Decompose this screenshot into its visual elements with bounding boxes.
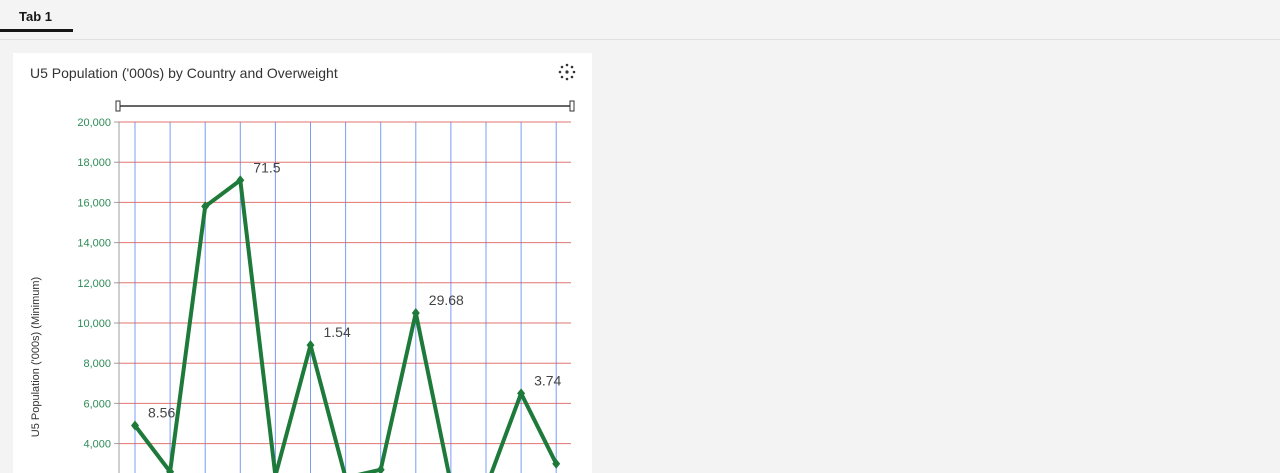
y-tick-label: 18,000 — [77, 157, 111, 169]
range-slider-handle-left — [115, 100, 121, 112]
y-tick-label: 12,000 — [77, 278, 111, 290]
data-label: 71.5 — [253, 159, 280, 175]
data-label: 3.74 — [534, 372, 561, 388]
data-label: 1.54 — [324, 324, 351, 340]
data-label: 29.68 — [429, 292, 464, 308]
data-label: 8.56 — [148, 405, 175, 421]
tab-1[interactable]: Tab 1 — [0, 0, 73, 32]
y-tick-label: 16,000 — [77, 197, 111, 209]
range-slider-handle-right — [569, 100, 575, 112]
y-tick-label: 6,000 — [83, 398, 111, 410]
y-axis-title: U5 Population ('000s) (Minimum) — [30, 277, 42, 437]
tab-bar: Tab 1 — [0, 0, 1280, 40]
y-tick-label: 10,000 — [77, 318, 111, 330]
y-tick-label: 4,000 — [83, 439, 111, 451]
y-tick-label: 14,000 — [77, 238, 111, 250]
chart-widget[interactable]: U5 Population ('000s) by Country and Ove… — [13, 53, 592, 473]
y-tick-label: 20,000 — [77, 117, 111, 129]
y-tick-label: 8,000 — [83, 358, 111, 370]
line-chart: 4,000 6,000 8,000 10,000 12,000 14,000 16,000 1… — [30, 100, 575, 473]
